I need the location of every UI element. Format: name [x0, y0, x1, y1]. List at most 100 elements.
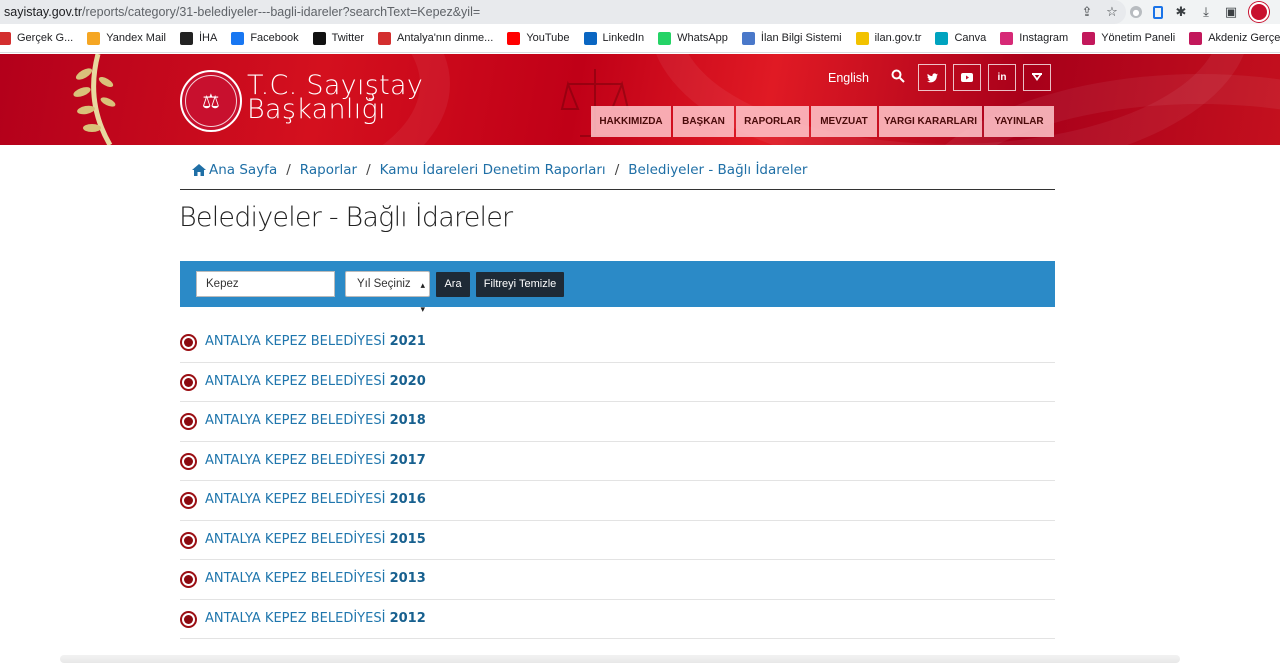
bookmark-item[interactable]: Yönetim Paneli [1082, 31, 1175, 45]
bullet-radio-icon [180, 492, 197, 509]
share-icon[interactable]: ⇪ [1080, 5, 1094, 20]
result-link[interactable]: ANTALYA KEPEZ BELEDİYESİ 2016 [205, 492, 426, 507]
logo-line-2: Başkanlığı [247, 94, 386, 125]
bookmark-label: WhatsApp [677, 32, 728, 44]
bookmark-favicon-icon [658, 31, 672, 45]
search-icon[interactable] [891, 69, 905, 83]
bookmark-favicon-icon [855, 31, 869, 45]
bookmark-label: Akdeniz Gerçek G... [1208, 32, 1280, 44]
bookmark-favicon-icon [87, 31, 101, 45]
bookmark-item[interactable]: LinkedIn [583, 31, 645, 45]
bookmark-item[interactable]: Gerçek G... [0, 31, 73, 45]
result-row: ANTALYA KEPEZ BELEDİYESİ 2013 [180, 560, 1055, 600]
home-icon[interactable] [192, 164, 206, 176]
bookmark-item[interactable]: İlan Bilgi Sistemi [741, 31, 842, 45]
side-panel-icon[interactable]: ▣ [1224, 5, 1238, 20]
result-row: ANTALYA KEPEZ BELEDİYESİ 2012 [180, 600, 1055, 639]
bookmark-favicon-icon [507, 31, 521, 45]
clear-filter-button[interactable]: Filtreyi Temizle [476, 272, 564, 297]
sayistay-seal-logo[interactable]: ⚖ [180, 70, 242, 132]
bookmark-favicon-icon [1000, 31, 1014, 45]
bookmark-favicon-icon [741, 31, 755, 45]
bookmark-item[interactable]: ilan.gov.tr [855, 31, 922, 45]
puzzle-extensions-icon[interactable]: ✱ [1174, 5, 1188, 20]
result-year: 2018 [389, 413, 426, 428]
medium-icon[interactable] [1023, 64, 1051, 91]
year-select-value: Yıl Seçiniz [357, 278, 411, 290]
breadcrumb-kamu-idareleri[interactable]: Kamu İdareleri Denetim Raporları [380, 162, 606, 178]
page-title: Belediyeler - Bağlı İdareler [179, 202, 513, 233]
result-name: ANTALYA KEPEZ BELEDİYESİ [205, 492, 386, 507]
breadcrumb-divider [180, 189, 1055, 190]
url-host: sayistay.gov.tr [4, 5, 83, 19]
twitter-icon[interactable] [918, 64, 946, 91]
laurel-decoration-icon [73, 54, 116, 145]
bookmark-favicon-icon [179, 31, 193, 45]
result-name: ANTALYA KEPEZ BELEDİYESİ [205, 413, 386, 428]
nav-yargi-kararlari[interactable]: YARGI KARARLARI [879, 106, 982, 137]
result-row: ANTALYA KEPEZ BELEDİYESİ 2017 [180, 442, 1055, 481]
breadcrumb-current[interactable]: Belediyeler - Bağlı İdareler [628, 162, 807, 178]
document-extension-icon[interactable] [1153, 5, 1163, 19]
breadcrumb-home[interactable]: Ana Sayfa [209, 162, 277, 178]
breadcrumb-separator: / [366, 162, 371, 178]
youtube-icon[interactable] [953, 64, 981, 91]
bookmark-label: Facebook [250, 32, 299, 44]
extension-icon[interactable]: ● [1130, 6, 1142, 18]
bookmark-favicon-icon [231, 31, 245, 45]
bookmark-item[interactable]: Akdeniz Gerçek G... [1189, 31, 1280, 45]
result-link[interactable]: ANTALYA KEPEZ BELEDİYESİ 2012 [205, 611, 426, 626]
site-logo-text[interactable]: T.C. Sayıştay Başkanlığı [247, 72, 423, 125]
result-row: ANTALYA KEPEZ BELEDİYESİ 2020 [180, 363, 1055, 402]
search-input[interactable]: Kepez [196, 271, 335, 297]
nav-yayinlar[interactable]: YAYINLAR [984, 106, 1054, 137]
nav-baskan[interactable]: BAŞKAN [673, 106, 734, 137]
bookmark-item[interactable]: Antalya'nın dinme... [378, 31, 493, 45]
profile-avatar-icon[interactable] [1249, 2, 1269, 22]
result-year: 2013 [389, 571, 426, 586]
year-select[interactable]: Yıl Seçiniz ▴ ▾ [345, 271, 430, 314]
bookmark-item[interactable]: WhatsApp [658, 31, 728, 45]
result-name: ANTALYA KEPEZ BELEDİYESİ [205, 452, 386, 468]
search-button[interactable]: Ara [436, 272, 470, 297]
bullet-radio-icon [180, 334, 197, 351]
results-list: ANTALYA KEPEZ BELEDİYESİ 2021 ANTALYA KEP… [180, 323, 1055, 639]
bookmark-item[interactable]: YouTube [507, 31, 570, 45]
bookmark-star-icon[interactable]: ☆ [1105, 5, 1119, 20]
language-switch-english[interactable]: English [828, 71, 869, 85]
result-link[interactable]: ANTALYA KEPEZ BELEDİYESİ 2018 [205, 413, 426, 428]
bullet-radio-icon [180, 452, 197, 470]
bullet-radio-icon [180, 571, 197, 588]
bookmark-label: LinkedIn [602, 32, 645, 44]
bookmark-item[interactable]: Canva [935, 31, 986, 45]
bookmark-item[interactable]: Instagram [1000, 31, 1068, 45]
nav-mevzuat[interactable]: MEVZUAT [811, 106, 877, 137]
bookmark-item[interactable]: Facebook [231, 31, 299, 45]
bookmark-label: ilan.gov.tr [874, 32, 922, 44]
result-link[interactable]: ANTALYA KEPEZ BELEDİYESİ 2017 [205, 453, 426, 468]
bullet-radio-icon [180, 531, 197, 549]
result-link[interactable]: ANTALYA KEPEZ BELEDİYESİ 2013 [205, 571, 426, 586]
bookmark-item[interactable]: Twitter [312, 31, 365, 45]
linkedin-icon[interactable]: in [988, 64, 1016, 91]
browser-toolbar: sayistay.gov.tr/reports/category/31-bele… [0, 0, 1280, 24]
download-icon[interactable]: ⤓ [1199, 5, 1213, 20]
result-name: ANTALYA KEPEZ BELEDİYESİ [205, 373, 386, 389]
breadcrumb-raporlar[interactable]: Raporlar [300, 162, 357, 178]
result-link[interactable]: ANTALYA KEPEZ BELEDİYESİ 2020 [205, 374, 426, 389]
bookmark-favicon-icon [935, 31, 949, 45]
bookmark-label: İlan Bilgi Sistemi [760, 32, 842, 44]
result-name: ANTALYA KEPEZ BELEDİYESİ [205, 610, 386, 626]
nav-raporlar[interactable]: RAPORLAR [736, 106, 809, 137]
result-link[interactable]: ANTALYA KEPEZ BELEDİYESİ 2015 [205, 532, 426, 547]
result-row: ANTALYA KEPEZ BELEDİYESİ 2016 [180, 481, 1055, 521]
address-bar[interactable]: sayistay.gov.tr/reports/category/31-bele… [0, 0, 1126, 24]
result-name: ANTALYA KEPEZ BELEDİYESİ [205, 531, 386, 547]
result-link[interactable]: ANTALYA KEPEZ BELEDİYESİ 2021 [205, 334, 426, 349]
url-path: /reports/category/31-belediyeler---bagli… [82, 5, 481, 19]
bookmark-item[interactable]: İHA [179, 31, 217, 45]
nav-hakkimizda[interactable]: HAKKIMIZDA [591, 106, 671, 137]
bookmark-label: Twitter [331, 32, 365, 44]
bookmark-favicon-icon [378, 31, 392, 45]
bookmark-item[interactable]: Yandex Mail [87, 31, 166, 45]
